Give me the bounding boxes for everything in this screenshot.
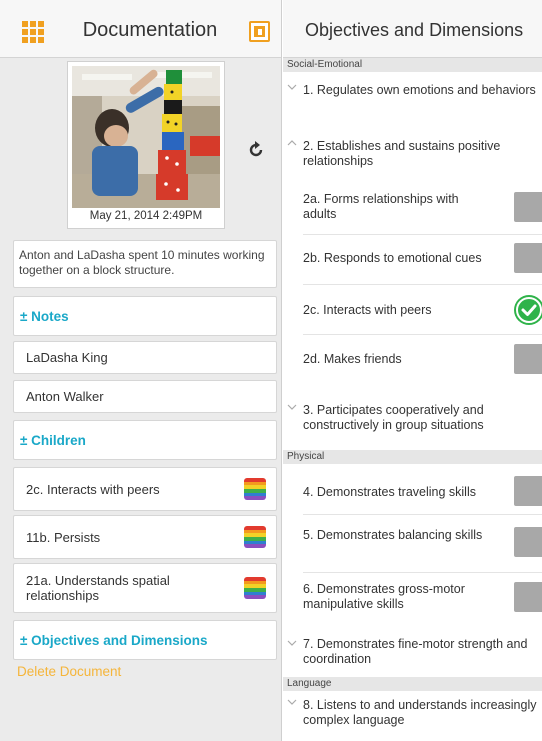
objective-label: 2. Establishes and sustains positive rel… [303,139,501,168]
objective-label: 1. Regulates own emotions and behaviors [303,83,536,97]
objective-item[interactable]: 21a. Understands spatial relationships [13,563,277,613]
dimension-label: 2b. Responds to emotional cues [303,251,482,265]
child-item[interactable]: Anton Walker [13,380,277,413]
chevron-down-icon [287,84,297,90]
divider [303,572,542,573]
rainbow-rating-icon[interactable] [244,577,266,599]
photo-date: May 21, 2014 2:49PM [89,210,203,222]
category-header: Physical [283,450,542,464]
objectives-section-toggle[interactable]: ± Objectives and Dimensions [13,620,277,660]
objectives-panel: Objectives and Dimensions Social-Emotion… [283,0,542,741]
objective-label: 7. Demonstrates fine-motor strength and … [303,637,528,666]
objective-item[interactable]: 11b. Persists [13,515,277,559]
children-section-toggle[interactable]: ± Children [13,420,277,460]
share-icon[interactable] [249,21,270,42]
divider [303,284,542,285]
objective-label: 5. Demonstrates balancing skills [303,528,483,542]
dimension-checkbox[interactable] [514,243,542,273]
objective-row[interactable]: 7. Demonstrates fine-motor strength and … [283,634,542,674]
dimension-label: 2d. Makes friends [303,352,402,366]
chevron-down-icon [287,404,297,410]
dimension-row[interactable]: 2d. Makes friends [283,338,542,382]
chevron-down-icon [287,640,297,646]
documentation-title: Documentation [82,19,218,41]
objective-row-expanded[interactable]: 2. Establishes and sustains positive rel… [283,134,542,178]
divider [303,514,542,515]
objective-label: 21a. Understands spatial relationships [26,573,170,603]
dimension-checkbox[interactable] [514,344,542,374]
dimension-row[interactable]: 2c. Interacts with peers [283,288,542,332]
documentation-panel: Documentation May 21, 2014 2:49PM Anton … [0,0,282,741]
rotate-icon[interactable] [246,140,266,160]
rainbow-rating-icon[interactable] [244,526,266,548]
objectives-header: Objectives and Dimensions [283,0,542,58]
objective-row[interactable]: 8. Listens to and understands increasing… [283,693,542,741]
chevron-up-icon [287,140,297,146]
dimension-label: 2c. Interacts with peers [303,303,432,317]
notes-section-toggle[interactable]: ± Notes [13,296,277,336]
objective-checkbox[interactable] [514,582,542,612]
divider [303,334,542,335]
objective-row[interactable]: 1. Regulates own emotions and behaviors [283,78,542,126]
dimension-row[interactable]: 2b. Responds to emotional cues [283,238,542,282]
caption-text[interactable]: Anton and LaDasha spent 10 minutes worki… [13,240,277,288]
chevron-down-icon [287,699,297,705]
category-header: Language [283,677,542,691]
objective-item[interactable]: 2c. Interacts with peers [13,467,277,511]
photo-card[interactable]: May 21, 2014 2:49PM [67,61,225,229]
objectives-title: Objectives and Dimensions [305,20,524,40]
objective-label: 8. Listens to and understands increasing… [303,698,537,727]
category-header: Social-Emotional [283,58,542,72]
objective-label: 11b. Persists [26,529,101,545]
delete-document-link[interactable]: Delete Document [17,664,121,679]
objective-label: 4. Demonstrates traveling skills [303,485,476,499]
objective-row[interactable]: 5. Demonstrates balancing skills [283,518,542,570]
child-name: LaDasha King [26,350,108,365]
objective-checkbox[interactable] [514,527,542,557]
grid-menu-icon[interactable] [22,21,44,43]
documentation-photo[interactable] [72,66,220,208]
documentation-header: Documentation [0,0,281,58]
objective-row[interactable]: 4. Demonstrates traveling skills [283,468,542,512]
dimension-checkbox[interactable] [514,192,542,222]
check-circle-icon[interactable] [514,295,542,325]
divider [303,234,542,235]
objective-row[interactable]: 6. Demonstrates gross-motor manipulative… [283,576,542,620]
child-name: Anton Walker [26,389,104,404]
child-item[interactable]: LaDasha King [13,341,277,374]
objective-row[interactable]: 3. Participates cooperatively and constr… [283,398,542,446]
objective-label: 6. Demonstrates gross-motor manipulative… [303,582,465,611]
dimension-label: 2a. Forms relationships with adults [303,192,459,221]
rainbow-rating-icon[interactable] [244,478,266,500]
objective-label: 3. Participates cooperatively and constr… [303,403,484,432]
objective-label: 2c. Interacts with peers [26,481,160,497]
dimension-row[interactable]: 2a. Forms relationships with adults [283,186,542,232]
objective-checkbox[interactable] [514,476,542,506]
